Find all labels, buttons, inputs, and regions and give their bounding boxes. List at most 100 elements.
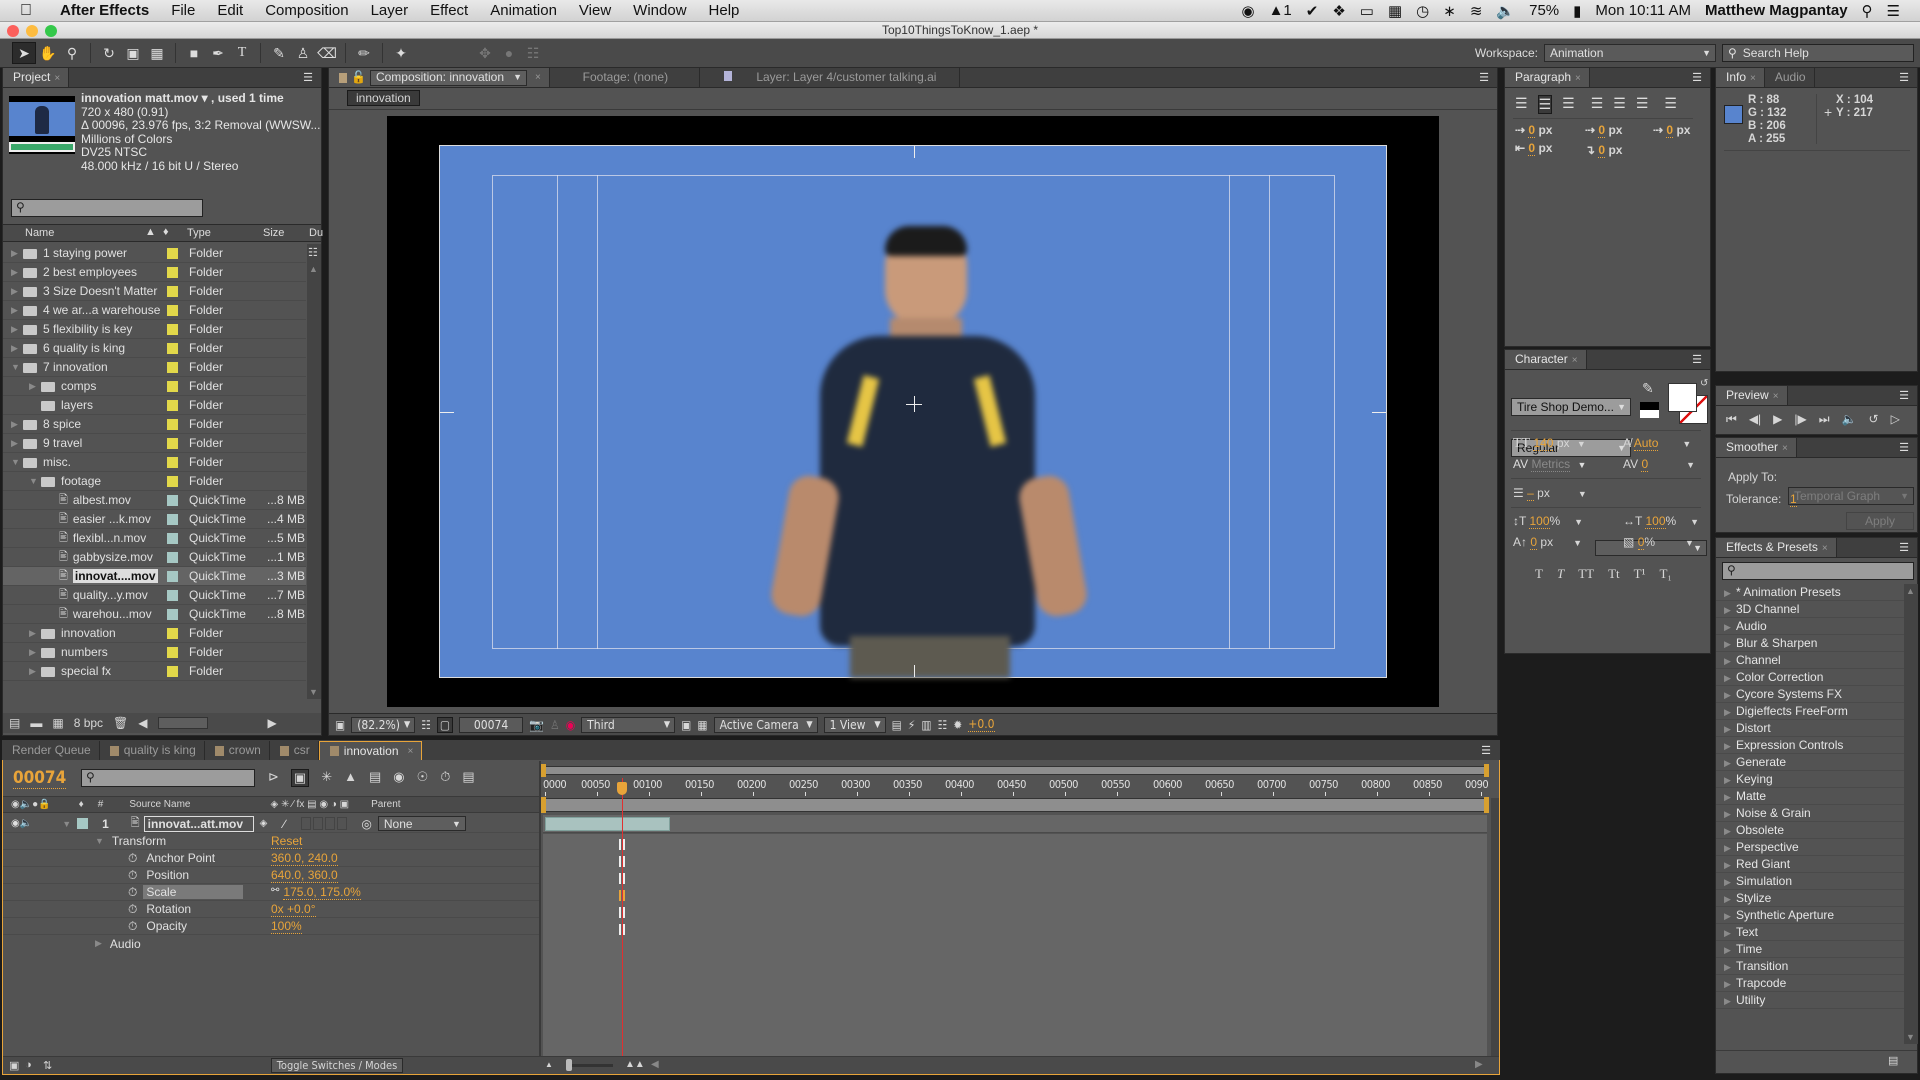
effects-category[interactable]: ▶ Stylize [1716,890,1904,907]
project-folder-row[interactable]: ▼ footage Folder [3,472,306,491]
exposure-icon[interactable]: ✹ [953,718,962,732]
ram-preview-icon[interactable]: ▷ [1891,412,1900,427]
dropbox-icon[interactable]: ❖ [1332,2,1345,20]
expand-toggle-icon[interactable]: ▶ [1724,857,1736,874]
label-color-swatch[interactable] [167,589,178,601]
chevron-down-icon[interactable]: ▼ [1574,517,1583,527]
expand-toggle-icon[interactable]: ▶ [1724,585,1736,602]
minimize-window-button[interactable] [26,25,38,37]
effects-category[interactable]: ▶ Keying [1716,771,1904,788]
brush-tool-icon[interactable]: ✎ [267,42,291,64]
menu-edit[interactable]: Edit [217,2,243,19]
airplay-icon[interactable]: ▭ [1360,2,1374,20]
label-color-swatch[interactable] [167,570,178,582]
leading-field[interactable]: A̸ Auto ▼ [1623,436,1691,451]
timeline-tab[interactable]: crown [205,741,270,760]
constrain-proportions-icon[interactable]: ⚯ [271,885,279,900]
justify-all-icon[interactable]: ☰ [1664,95,1677,114]
creative-cloud-icon[interactable]: ◉ [1241,2,1254,20]
stopwatch-icon[interactable]: ⏱ [128,902,137,917]
selection-tool-icon[interactable]: ➤ [12,42,36,64]
user-name[interactable]: Matthew Magpantay [1705,2,1848,19]
navigator-end-handle[interactable] [1484,764,1489,777]
chevron-down-icon[interactable]: ▼ [1682,439,1691,449]
label-color-swatch[interactable] [167,494,178,506]
project-folder-row[interactable]: ▼ 7 innovation Folder [3,358,306,377]
auto-keyframe-icon[interactable]: ⏱ [440,769,450,787]
keyframe-marker[interactable] [618,873,625,884]
flowchart-icon[interactable]: ☷ [938,718,948,732]
close-icon[interactable]: × [1782,443,1788,454]
magnification-dropdown[interactable]: (82.2%) ▼ [351,716,416,733]
expand-toggle-icon[interactable]: ▶ [1724,823,1736,840]
chevron-down-icon[interactable]: ▼ [1690,517,1699,527]
expand-toggle-icon[interactable]: ▶ [1724,891,1736,908]
layer-duration-bar[interactable] [545,817,670,831]
layer-label-swatch[interactable] [77,818,89,829]
expand-toggle-icon[interactable]: ▶ [1724,636,1736,653]
resolution-dropdown[interactable]: Third ▼ [581,716,676,733]
shy-switch-icon[interactable]: ◈ [260,818,268,829]
expand-toggle-icon[interactable]: ▶ [1724,789,1736,806]
scroll-down-icon[interactable]: ▼ [309,687,318,697]
project-folder-row[interactable]: ▶ 1 staying power Folder [3,244,306,263]
eyedropper-icon[interactable]: ✎ [1642,380,1654,397]
indent-right-field[interactable]: ⇢ 0 px [1653,123,1690,138]
keyframe-marker[interactable] [618,839,625,850]
effects-category[interactable]: ▶ Blur & Sharpen [1716,635,1904,652]
indent-left-field[interactable]: ⇢ 0 px [1515,123,1552,138]
expand-toggle-icon[interactable]: ▶ [1724,993,1736,1010]
faux-italic-button[interactable]: T [1557,566,1564,582]
project-scrollbar[interactable]: ☷ ▲ ▼ [307,244,321,699]
tab-project[interactable]: Project × [3,68,70,87]
expand-toggle-icon[interactable]: ▶ [11,324,23,335]
zoom-tool-icon[interactable]: ⚲ [60,42,84,64]
scroll-down-icon[interactable]: ▼ [1906,1032,1915,1042]
stroke-width-field[interactable]: ☰ – px ▼ [1513,486,1587,501]
effects-category[interactable]: ▶ Expression Controls [1716,737,1904,754]
hand-tool-icon[interactable]: ✋ [36,42,60,64]
chevron-down-icon[interactable]: ▼ [1577,439,1586,449]
effects-category[interactable]: ▶ Synthetic Aperture [1716,907,1904,924]
project-file-row[interactable]: 🖹 easier ...k.mov QuickTime ...4 MB [3,510,306,529]
frame-blending-icon[interactable]: ▤ [369,769,381,787]
menu-view[interactable]: View [579,2,611,19]
indent-first-line-value[interactable]: 0 [1598,123,1606,138]
expand-toggle-icon[interactable]: ▶ [11,286,23,297]
justify-last-left-icon[interactable]: ☰ [1591,95,1604,114]
project-file-row[interactable]: 🖹 albest.mov QuickTime ...8 MB [3,491,306,510]
menu-window[interactable]: Window [633,2,686,19]
expand-toggle-icon[interactable]: ▼ [29,476,41,486]
comp-viewport[interactable] [387,116,1439,707]
composition-mini-flowchart-icon[interactable]: ⊳ [268,769,279,787]
timeline-tab[interactable]: Render Queue [2,741,100,760]
panel-menu-icon[interactable]: ☰ [1479,71,1489,84]
label-color-swatch[interactable] [167,475,178,487]
time-machine-icon[interactable]: ◷ [1416,2,1429,20]
tab-character[interactable]: Character × [1505,350,1587,369]
layer-switches-pane-icon[interactable]: ▣ [9,1059,19,1072]
rotate-tool-icon[interactable]: ↻ [97,42,121,64]
in-out-pane-icon[interactable]: ⇅ [43,1059,52,1072]
layer-row[interactable]: ◉🔈 ▼ 1 🖹 innovat...att.mov ◈ ∕ ◎ None ▼ [3,815,539,833]
view-layout-dropdown[interactable]: 1 View ▼ [823,716,886,733]
all-caps-button[interactable]: TT [1578,566,1594,582]
visibility-icon[interactable]: ◉🔈 [11,818,32,829]
effects-category[interactable]: ▶ Obsolete [1716,822,1904,839]
effects-category[interactable]: ▶ Audio [1716,618,1904,635]
expand-toggle-icon[interactable]: ▶ [11,343,23,354]
effects-category[interactable]: ▶ Distort [1716,720,1904,737]
kerning-value[interactable]: Metrics [1531,457,1571,472]
lock-icon[interactable]: 🔓 [351,68,366,87]
tolerance-value[interactable]: 1 [1790,492,1797,507]
tab-paragraph[interactable]: Paragraph × [1505,68,1590,87]
font-family-dropdown[interactable]: Tire Shop Demo... ▼ [1511,398,1631,416]
fill-color-swatch[interactable] [1668,383,1697,412]
label-color-swatch[interactable] [167,361,178,373]
expand-toggle-icon[interactable]: ▶ [1724,976,1736,993]
camera-view-dropdown[interactable]: Active Camera ▼ [713,716,818,733]
tab-effects-presets[interactable]: Effects & Presets × [1716,538,1837,557]
tab-preview[interactable]: Preview × [1716,386,1788,405]
safe-zones-icon[interactable]: ☷ [421,718,431,732]
label-color-swatch[interactable] [167,437,178,449]
